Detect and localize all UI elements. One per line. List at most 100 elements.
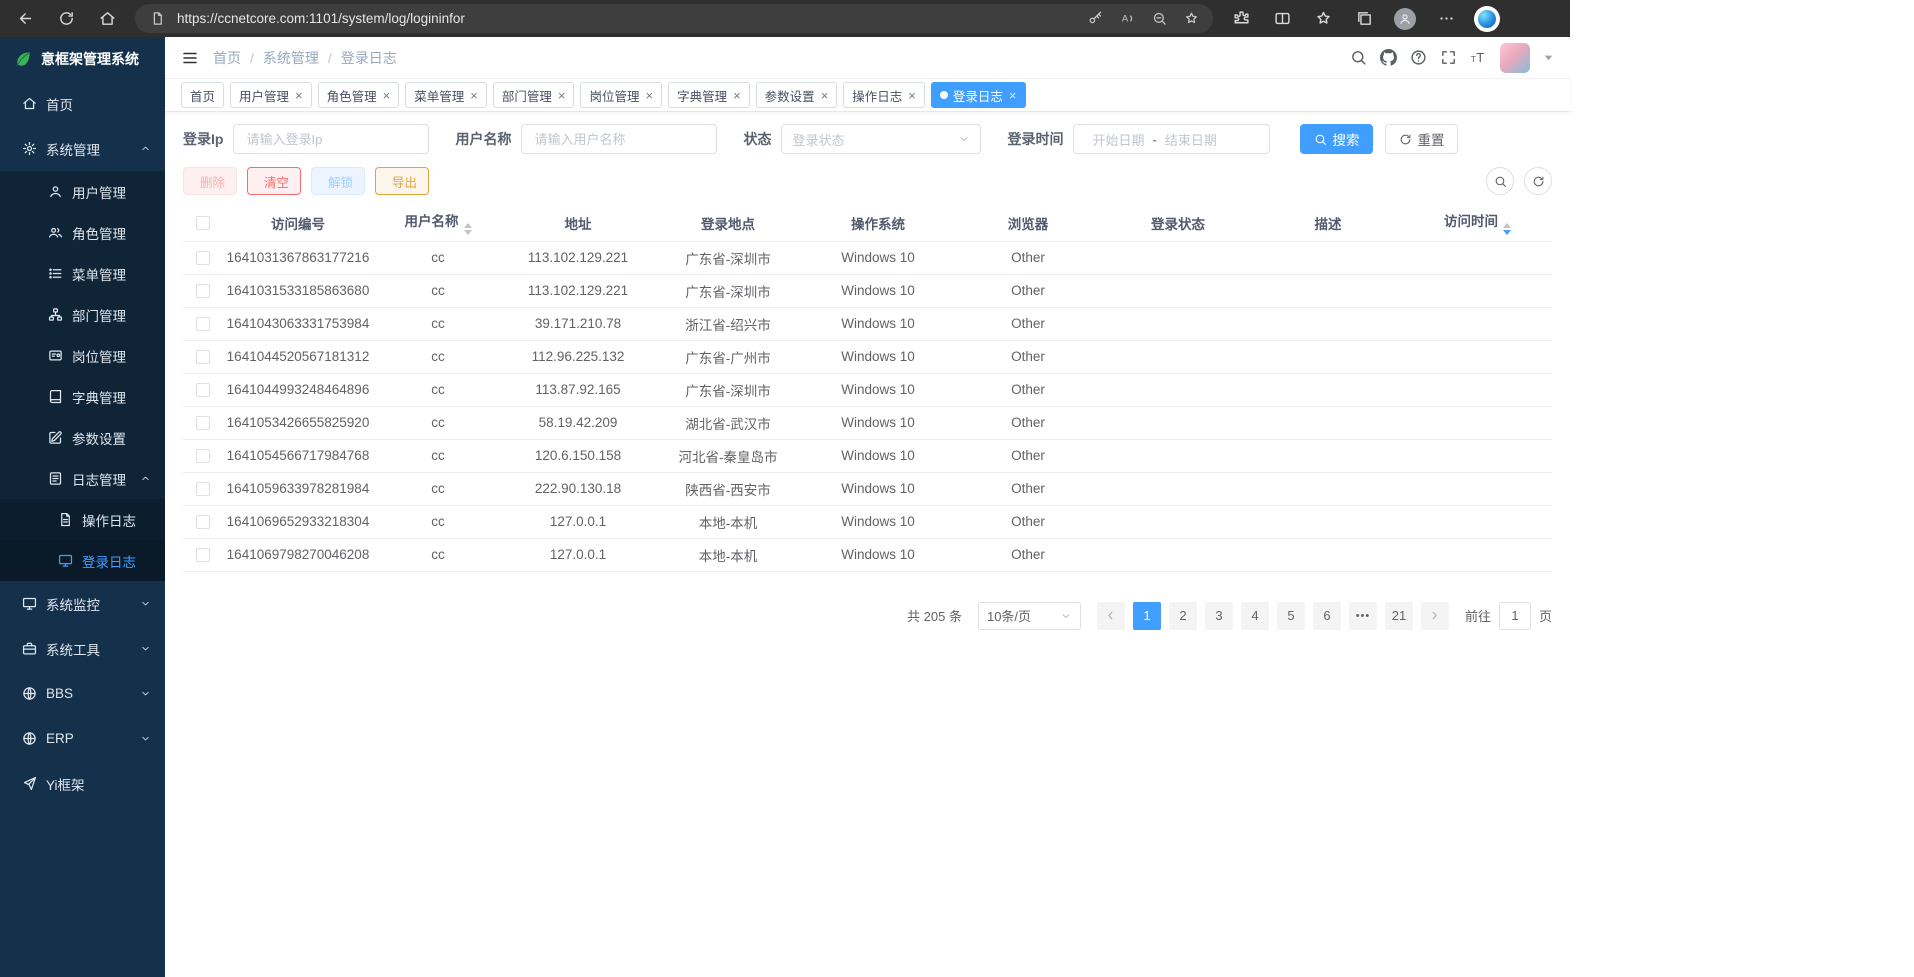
- tab-dept-mgmt[interactable]: 部门管理×: [493, 82, 575, 108]
- tab-close-icon[interactable]: ×: [295, 89, 303, 102]
- sidebar-item-bbs[interactable]: BBS: [0, 671, 165, 716]
- sidebar-item-param-settings[interactable]: 参数设置: [0, 417, 165, 458]
- row-checkbox[interactable]: [196, 284, 210, 298]
- tab-user-mgmt[interactable]: 用户管理×: [230, 82, 312, 108]
- tab-operation-log[interactable]: 操作日志×: [843, 82, 925, 108]
- sidebar-item-erp[interactable]: ERP: [0, 716, 165, 761]
- sidebar-item-log-mgmt[interactable]: 日志管理: [0, 458, 165, 499]
- tab-close-icon[interactable]: ×: [733, 89, 741, 102]
- browser-profile-icon[interactable]: [1386, 4, 1424, 34]
- select-all-checkbox[interactable]: [196, 216, 210, 230]
- row-checkbox[interactable]: [196, 548, 210, 562]
- toggle-search-button[interactable]: [1486, 167, 1514, 195]
- pager-page-3[interactable]: 3: [1205, 602, 1233, 630]
- breadcrumb-item[interactable]: 首页: [213, 48, 241, 68]
- github-icon[interactable]: [1380, 49, 1397, 66]
- browser-settings-icon[interactable]: [1427, 4, 1465, 34]
- sidebar-item-dict-mgmt[interactable]: 字典管理: [0, 376, 165, 417]
- sidebar-item-dept-mgmt[interactable]: 部门管理: [0, 294, 165, 335]
- read-aloud-icon[interactable]: A: [1113, 7, 1141, 31]
- sort-caret-icon[interactable]: [464, 223, 472, 235]
- pager-page-2[interactable]: 2: [1169, 602, 1197, 630]
- pager-page-5[interactable]: 5: [1277, 602, 1305, 630]
- tab-close-icon[interactable]: ×: [558, 89, 566, 102]
- pager-page-21[interactable]: 21: [1385, 602, 1413, 630]
- hamburger-icon[interactable]: [181, 49, 199, 67]
- sidebar-item-system-mgmt[interactable]: 系统管理: [0, 126, 165, 171]
- pager-page-6[interactable]: 6: [1313, 602, 1341, 630]
- add-favorite-icon[interactable]: [1177, 7, 1205, 31]
- tab-close-icon[interactable]: ×: [383, 89, 391, 102]
- user-avatar[interactable]: [1500, 43, 1530, 73]
- fullscreen-icon[interactable]: [1440, 49, 1457, 66]
- address-bar[interactable]: https://ccnetcore.com:1101/system/log/lo…: [135, 4, 1213, 33]
- next-page-button[interactable]: [1421, 602, 1449, 630]
- tab-close-icon[interactable]: ×: [908, 89, 916, 102]
- sidebar-item-login-log[interactable]: 登录日志: [0, 540, 165, 581]
- unlock-button[interactable]: 解锁: [311, 167, 365, 195]
- column-header-user[interactable]: 用户名称: [373, 205, 503, 241]
- tab-menu-mgmt[interactable]: 菜单管理×: [405, 82, 487, 108]
- row-checkbox[interactable]: [196, 416, 210, 430]
- collections-icon[interactable]: [1345, 4, 1383, 34]
- tab-home[interactable]: 首页: [181, 82, 224, 108]
- status-select[interactable]: 登录状态: [781, 124, 981, 154]
- sidebar-item-system-monitor[interactable]: 系统监控: [0, 581, 165, 626]
- browser-back-button[interactable]: [6, 4, 44, 34]
- text-size-icon[interactable]: TT: [1470, 49, 1487, 66]
- row-checkbox[interactable]: [196, 449, 210, 463]
- prev-page-button[interactable]: [1097, 602, 1125, 630]
- copilot-icon[interactable]: [1468, 4, 1506, 34]
- tab-param-settings[interactable]: 参数设置×: [756, 82, 838, 108]
- row-checkbox[interactable]: [196, 383, 210, 397]
- search-button[interactable]: 搜索: [1300, 124, 1373, 154]
- row-checkbox[interactable]: [196, 317, 210, 331]
- tab-close-icon[interactable]: ×: [470, 89, 478, 102]
- sidebar-item-yi-framework[interactable]: Yi框架: [0, 761, 165, 806]
- pager-page-1[interactable]: 1: [1133, 602, 1161, 630]
- tab-close-icon[interactable]: ×: [821, 89, 829, 102]
- header-search-icon[interactable]: [1350, 49, 1367, 66]
- row-checkbox[interactable]: [196, 251, 210, 265]
- sort-caret-icon[interactable]: [1503, 223, 1511, 235]
- extensions-icon[interactable]: [1222, 4, 1260, 34]
- page-size-select[interactable]: 10条/页: [978, 602, 1081, 630]
- export-button[interactable]: 导出: [375, 167, 429, 195]
- tab-post-mgmt[interactable]: 岗位管理×: [580, 82, 662, 108]
- url-text[interactable]: https://ccnetcore.com:1101/system/log/lo…: [175, 11, 1077, 26]
- username-input[interactable]: [521, 124, 717, 154]
- sidebar-item-operation-log[interactable]: 操作日志: [0, 499, 165, 540]
- browser-home-button[interactable]: [88, 4, 126, 34]
- tab-close-icon[interactable]: ×: [645, 89, 653, 102]
- favorites-icon[interactable]: [1304, 4, 1342, 34]
- help-icon[interactable]: [1410, 49, 1427, 66]
- sidebar-item-user-mgmt[interactable]: 用户管理: [0, 171, 165, 212]
- site-info-icon[interactable]: [143, 7, 171, 31]
- password-key-icon[interactable]: [1081, 7, 1109, 31]
- pager-more[interactable]: •••: [1349, 602, 1377, 630]
- tab-dict-mgmt[interactable]: 字典管理×: [668, 82, 750, 108]
- pager-page-4[interactable]: 4: [1241, 602, 1269, 630]
- reset-button[interactable]: 重置: [1385, 124, 1458, 154]
- clear-button[interactable]: 清空: [247, 167, 301, 195]
- breadcrumb-item[interactable]: 系统管理: [263, 48, 319, 68]
- zoom-icon[interactable]: [1145, 7, 1173, 31]
- row-checkbox[interactable]: [196, 515, 210, 529]
- delete-button[interactable]: 删除: [183, 167, 237, 195]
- tab-role-mgmt[interactable]: 角色管理×: [318, 82, 400, 108]
- split-screen-icon[interactable]: [1263, 4, 1301, 34]
- sidebar-item-home[interactable]: 首页: [0, 81, 165, 126]
- sidebar-item-role-mgmt[interactable]: 角色管理: [0, 212, 165, 253]
- avatar-caret-icon[interactable]: [1543, 52, 1554, 63]
- goto-page-input[interactable]: [1499, 602, 1531, 630]
- sidebar-item-system-tools[interactable]: 系统工具: [0, 626, 165, 671]
- browser-reload-button[interactable]: [47, 4, 85, 34]
- date-range-picker[interactable]: 开始日期 - 结束日期: [1073, 124, 1270, 154]
- sidebar-item-post-mgmt[interactable]: 岗位管理: [0, 335, 165, 376]
- row-checkbox[interactable]: [196, 482, 210, 496]
- login-ip-input[interactable]: [233, 124, 429, 154]
- refresh-table-button[interactable]: [1524, 167, 1552, 195]
- row-checkbox[interactable]: [196, 350, 210, 364]
- sidebar-item-menu-mgmt[interactable]: 菜单管理: [0, 253, 165, 294]
- tab-close-icon[interactable]: ×: [1009, 89, 1017, 102]
